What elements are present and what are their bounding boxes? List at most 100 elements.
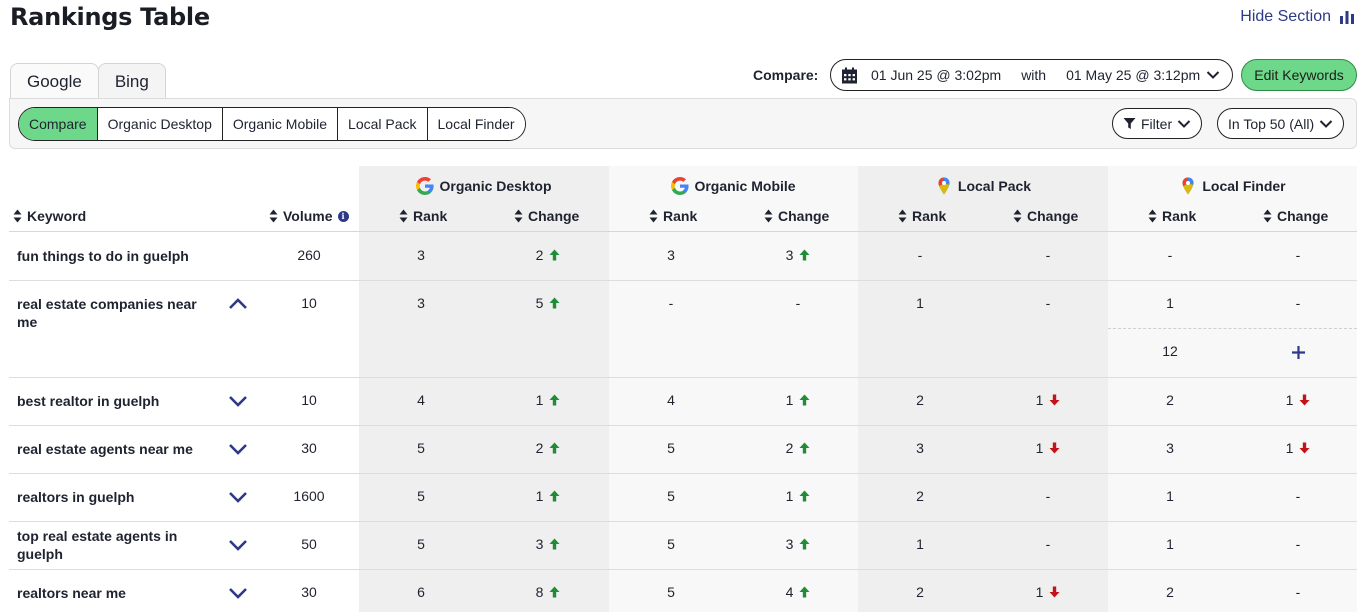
group-local-finder-label: Local Finder <box>1202 178 1286 194</box>
tab-organic-desktop[interactable]: Organic Desktop <box>96 108 222 140</box>
rank-cell: 3 <box>417 295 425 311</box>
change-cell: 2 <box>518 247 578 263</box>
change-cell: 1 <box>1018 440 1078 456</box>
change-value: 1 <box>1035 584 1044 600</box>
rank-cell: - <box>1167 247 1173 263</box>
rank-cell: 1 <box>1166 536 1174 552</box>
rank-header-label: Rank <box>1162 208 1197 224</box>
change-value: 1 <box>1035 440 1044 456</box>
change-column-header[interactable]: Change <box>514 208 579 224</box>
hide-section-label: Hide Section <box>1240 8 1331 25</box>
change-value: 1 <box>1035 392 1044 408</box>
change-value: 1 <box>1285 392 1294 408</box>
volume-header-label: Volume <box>283 208 333 224</box>
table-header-divider <box>9 231 1357 232</box>
change-value: - <box>1295 584 1301 600</box>
change-column-header[interactable]: Change <box>764 208 829 224</box>
rank-cell: 5 <box>667 488 675 504</box>
keyword-cell: real estate agents near me <box>17 441 193 457</box>
engine-tabs: Google Bing <box>10 63 166 99</box>
rank-column-header[interactable]: Rank <box>1148 208 1196 224</box>
tab-local-finder[interactable]: Local Finder <box>426 108 525 140</box>
group-organic-desktop: Organic Desktop <box>359 177 609 195</box>
arrow-up-icon <box>549 297 560 309</box>
change-column-header[interactable]: Change <box>1013 208 1078 224</box>
report-toolbar: Compare Organic Desktop Organic Mobile L… <box>9 98 1357 149</box>
keyword-header-label: Keyword <box>27 208 87 224</box>
rank-header-label: Rank <box>912 208 947 224</box>
tab-local-pack[interactable]: Local Pack <box>337 108 427 140</box>
change-value: 1 <box>535 488 544 504</box>
chevron-down-icon[interactable] <box>228 587 248 599</box>
change-value: - <box>1295 536 1301 552</box>
range-dropdown[interactable]: In Top 50 (All) <box>1217 108 1345 139</box>
change-header-label: Change <box>528 208 580 224</box>
change-value: 5 <box>535 295 544 311</box>
rank-column-header[interactable]: Rank <box>399 208 447 224</box>
rank-cell: 4 <box>417 392 425 408</box>
filter-icon <box>1123 118 1136 129</box>
change-cell: - <box>1018 295 1078 311</box>
google-icon <box>671 177 690 195</box>
edit-keywords-button[interactable]: Edit Keywords <box>1241 59 1357 91</box>
chevron-down-icon[interactable] <box>228 443 248 455</box>
rank-cell: 5 <box>417 440 425 456</box>
change-value: - <box>1295 488 1301 504</box>
sort-icon <box>1263 209 1272 223</box>
arrow-down-icon <box>1299 442 1310 454</box>
hide-section-button[interactable]: Hide Section <box>1240 8 1355 26</box>
row-divider <box>9 280 1357 281</box>
change-cell: - <box>1018 247 1078 263</box>
change-value: - <box>1295 247 1301 263</box>
tab-compare[interactable]: Compare <box>19 108 97 140</box>
rank-cell: 3 <box>417 247 425 263</box>
change-cell: 2 <box>768 440 828 456</box>
rank-column-header[interactable]: Rank <box>649 208 697 224</box>
keyword-cell: top real estate agents in guelph <box>17 528 178 562</box>
plus-icon[interactable] <box>1291 345 1306 360</box>
rank-column-header[interactable]: Rank <box>898 208 946 224</box>
chevron-down-icon <box>1177 119 1191 128</box>
keyword-column-header[interactable]: Keyword <box>13 208 86 224</box>
chevron-down-icon[interactable] <box>228 395 248 407</box>
compare-date-picker[interactable]: 01 Jun 25 @ 3:02pm with 01 May 25 @ 3:12… <box>830 59 1233 91</box>
arrow-up-icon <box>549 490 560 502</box>
filter-dropdown[interactable]: Filter <box>1112 108 1203 139</box>
compare-from-date: 01 Jun 25 @ 3:02pm <box>871 67 1002 83</box>
arrow-down-icon <box>1299 394 1310 406</box>
arrow-up-icon <box>799 249 810 261</box>
change-value: - <box>1045 536 1051 552</box>
arrow-up-icon <box>549 538 560 550</box>
rank-cell: 2 <box>916 488 924 504</box>
info-icon[interactable]: i <box>337 210 349 222</box>
change-column-header[interactable]: Change <box>1263 208 1328 224</box>
change-cell: - <box>1268 536 1328 552</box>
group-local-finder: Local Finder <box>1108 177 1357 195</box>
change-value: 1 <box>1285 440 1294 456</box>
arrow-down-icon <box>1049 394 1060 406</box>
chevron-down-icon[interactable] <box>228 491 248 503</box>
volume-column-header[interactable]: Volume i <box>269 208 349 224</box>
sort-icon <box>649 209 658 223</box>
group-organic-desktop-label: Organic Desktop <box>439 178 552 194</box>
chevron-up-icon[interactable] <box>228 298 248 310</box>
row-divider <box>9 377 1357 378</box>
bar-chart-icon <box>1340 11 1354 24</box>
tab-bing[interactable]: Bing <box>97 63 166 99</box>
compare-to-date: 01 May 25 @ 3:12pm <box>1066 67 1201 83</box>
range-label: In Top 50 (All) <box>1228 115 1315 132</box>
change-cell: - <box>1018 488 1078 504</box>
change-value: 2 <box>535 440 544 456</box>
change-value: 2 <box>535 247 544 263</box>
change-cell: 1 <box>768 392 828 408</box>
chevron-down-icon[interactable] <box>228 539 248 551</box>
sort-icon <box>1013 209 1022 223</box>
tab-organic-mobile[interactable]: Organic Mobile <box>221 108 338 140</box>
tab-google[interactable]: Google <box>10 63 99 99</box>
volume-cell: 10 <box>301 392 317 408</box>
change-cell: 1 <box>1018 392 1078 408</box>
change-value: - <box>1295 295 1301 311</box>
volume-cell: 30 <box>301 440 317 456</box>
group-local-pack: Local Pack <box>858 177 1108 195</box>
keyword-cell: real estate companies near me <box>17 296 197 330</box>
